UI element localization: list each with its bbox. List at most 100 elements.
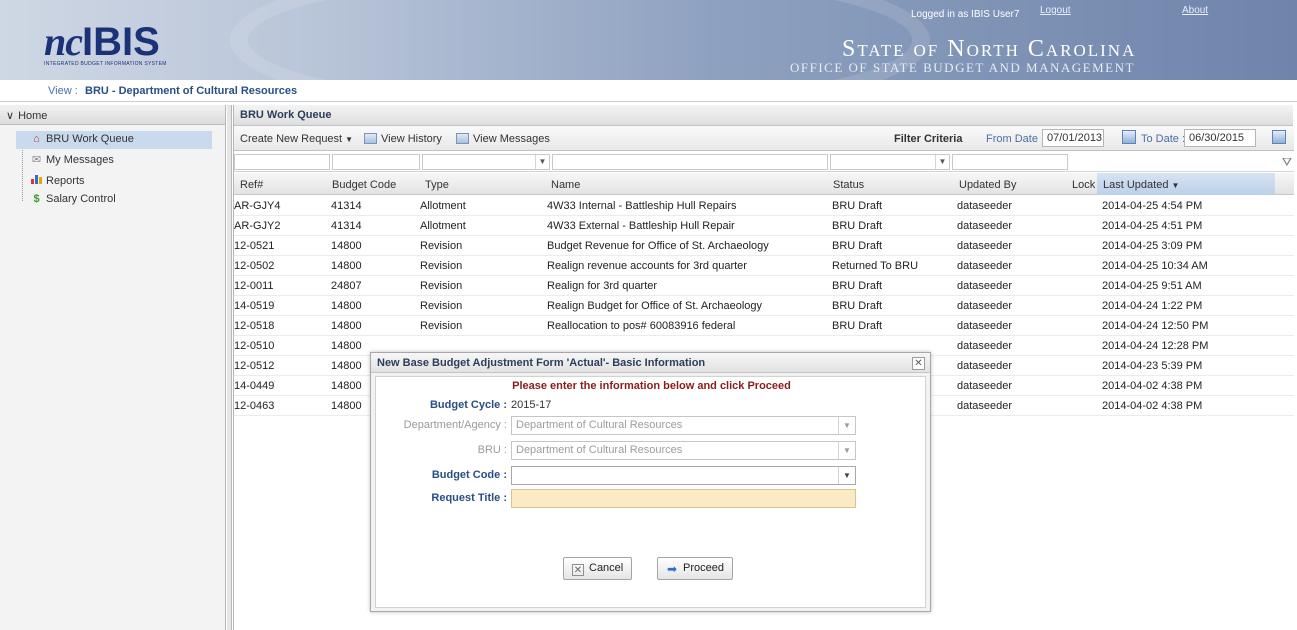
type-filter[interactable]: ▼: [422, 154, 550, 170]
home-header[interactable]: ∨ Home: [0, 105, 225, 125]
chevron-down-icon[interactable]: ∨: [6, 110, 14, 122]
column-header-status[interactable]: Status: [833, 179, 864, 191]
column-header-name[interactable]: Name: [551, 179, 580, 191]
table-cell: 2014-04-25 4:51 PM: [1102, 220, 1203, 232]
close-icon[interactable]: ✕: [912, 357, 925, 370]
table-cell: 14800: [331, 380, 362, 392]
name-filter[interactable]: [552, 154, 828, 170]
table-cell: 12-0510: [234, 340, 275, 352]
table-cell: dataseeder: [957, 280, 1013, 292]
view-value[interactable]: BRU - Department of Cultural Resources: [85, 85, 297, 97]
table-row[interactable]: 12-0521 14800 Revision Budget Revenue for O…: [234, 236, 1294, 256]
about-link[interactable]: About: [1182, 5, 1208, 16]
sidebar-item-reports[interactable]: Reports: [16, 171, 212, 189]
table-cell: 14800: [331, 300, 362, 312]
proceed-button[interactable]: ➡ Proceed: [657, 557, 733, 580]
table-cell: dataseeder: [957, 200, 1013, 212]
to-date-input[interactable]: 06/30/2015: [1184, 129, 1256, 147]
table-row[interactable]: 14-0519 14800 Revision Realign Budget for O…: [234, 296, 1294, 316]
dialog-instruction: Please enter the information below and c…: [512, 380, 791, 392]
ref-filter[interactable]: [234, 154, 330, 170]
table-cell: 2014-04-24 1:22 PM: [1102, 300, 1203, 312]
history-icon: [364, 133, 377, 144]
table-cell: dataseeder: [957, 360, 1013, 372]
sort-desc-icon: ▼: [1171, 181, 1180, 190]
arrow-right-icon: ➡: [666, 562, 678, 576]
table-cell: dataseeder: [957, 340, 1013, 352]
table-cell: 14-0519: [234, 300, 275, 312]
request-title-label: Request Title :: [431, 492, 507, 504]
column-header-ref[interactable]: Ref#: [240, 179, 263, 191]
chevron-down-icon[interactable]: ▼: [535, 155, 549, 169]
status-filter[interactable]: ▼: [830, 154, 950, 170]
table-row[interactable]: AR-GJY2 41314 Allotment 4W33 External - Bat…: [234, 216, 1294, 236]
chevron-down-icon[interactable]: ▼: [935, 155, 949, 169]
ncibis-logo: ncIBIS INTEGRATED BUDGET INFORMATION SYS…: [44, 19, 167, 67]
table-cell: 24807: [331, 280, 362, 292]
funnel-icon[interactable]: ⛛: [1282, 155, 1292, 170]
caret-down-icon: ▼: [345, 135, 354, 144]
table-cell: 41314: [331, 220, 362, 232]
table-cell: Realign Budget for Office of St. Archaeo…: [547, 300, 763, 312]
table-cell: Budget Revenue for Office of St. Archaeo…: [547, 240, 769, 252]
filter-row: ▼ ▼ ⛛: [234, 152, 1294, 172]
table-cell: Revision: [420, 240, 463, 252]
calendar-icon[interactable]: [1122, 130, 1136, 144]
table-cell: 14800: [331, 260, 362, 272]
budget-code-select[interactable]: ▼: [511, 466, 856, 485]
chevron-down-icon: ▼: [838, 417, 855, 434]
budget-cycle-label: Budget Cycle :: [429, 399, 507, 411]
column-header-budget-code[interactable]: Budget Code: [332, 179, 396, 191]
table-row[interactable]: AR-GJY4 41314 Allotment 4W33 Internal - Bat…: [234, 196, 1294, 216]
department-agency-label: Department/Agency :: [403, 419, 507, 431]
logout-link[interactable]: Logout: [1040, 5, 1071, 16]
table-cell: Realign for 3rd quarter: [547, 280, 658, 292]
table-cell: Returned To BRU: [832, 260, 919, 272]
budget-code-filter[interactable]: [332, 154, 420, 170]
table-cell: 12-0502: [234, 260, 275, 272]
column-header-type[interactable]: Type: [425, 179, 449, 191]
new-budget-adjustment-dialog: New Base Budget Adjustment Form 'Actual'…: [370, 352, 931, 612]
sidebar-item-my-messages[interactable]: ✉ My Messages: [16, 151, 212, 169]
table-row[interactable]: 12-0518 14800 Revision Reallocation to pos#…: [234, 316, 1294, 336]
create-new-request-button[interactable]: Create New Request ▼: [240, 133, 353, 145]
table-cell: 2014-04-24 12:50 PM: [1102, 320, 1209, 332]
request-title-input[interactable]: [511, 489, 856, 508]
calendar-icon[interactable]: [1272, 130, 1286, 144]
table-cell: 2014-04-25 9:51 AM: [1102, 280, 1202, 292]
column-header-last-updated[interactable]: Last Updated ▼: [1103, 179, 1179, 191]
view-history-button[interactable]: View History: [364, 133, 442, 145]
table-cell: dataseeder: [957, 260, 1013, 272]
table-cell: 2014-04-02 4:38 PM: [1102, 400, 1203, 412]
table-cell: BRU Draft: [832, 220, 883, 232]
panel-splitter[interactable]: [227, 105, 232, 630]
sidebar-item-bru-work-queue[interactable]: ⌂ BRU Work Queue: [16, 131, 212, 149]
table-cell: 2014-04-02 4:38 PM: [1102, 380, 1203, 392]
table-cell: dataseeder: [957, 220, 1013, 232]
panel-title: BRU Work Queue: [234, 105, 1293, 126]
sidebar-item-salary-control[interactable]: $ Salary Control: [16, 191, 212, 209]
table-cell: 14800: [331, 240, 362, 252]
table-cell: Allotment: [420, 200, 466, 212]
column-header-row: Ref# Budget Code Type Name Status Update…: [234, 173, 1294, 195]
chevron-down-icon[interactable]: ▼: [838, 467, 855, 484]
table-row[interactable]: 12-0502 14800 Revision Realign revenue acco…: [234, 256, 1294, 276]
bru-label: BRU :: [477, 444, 507, 456]
from-date-label: From Date :: [986, 133, 1045, 145]
table-cell: dataseeder: [957, 300, 1013, 312]
budget-code-label: Budget Code :: [431, 469, 507, 481]
filter-criteria-label: Filter Criteria: [894, 133, 963, 145]
cancel-button[interactable]: ✕ Cancel: [563, 557, 633, 580]
table-cell: BRU Draft: [832, 240, 883, 252]
updated-by-filter[interactable]: [952, 154, 1068, 170]
table-cell: 12-0518: [234, 320, 275, 332]
table-row[interactable]: 12-0011 24807 Revision Realign for 3rd quar…: [234, 276, 1294, 296]
office-title: Office of State Budget and Management: [790, 60, 1135, 75]
budget-cycle-value: 2015-17: [511, 399, 552, 411]
view-messages-button[interactable]: View Messages: [456, 133, 550, 145]
column-header-updated-by[interactable]: Updated By: [959, 179, 1016, 191]
dialog-title: New Base Budget Adjustment Form 'Actual'…: [371, 353, 930, 373]
from-date-input[interactable]: 07/01/2013: [1042, 129, 1104, 147]
app-header: ncIBIS INTEGRATED BUDGET INFORMATION SYS…: [0, 0, 1297, 80]
column-header-lock[interactable]: Lock: [1072, 179, 1095, 191]
